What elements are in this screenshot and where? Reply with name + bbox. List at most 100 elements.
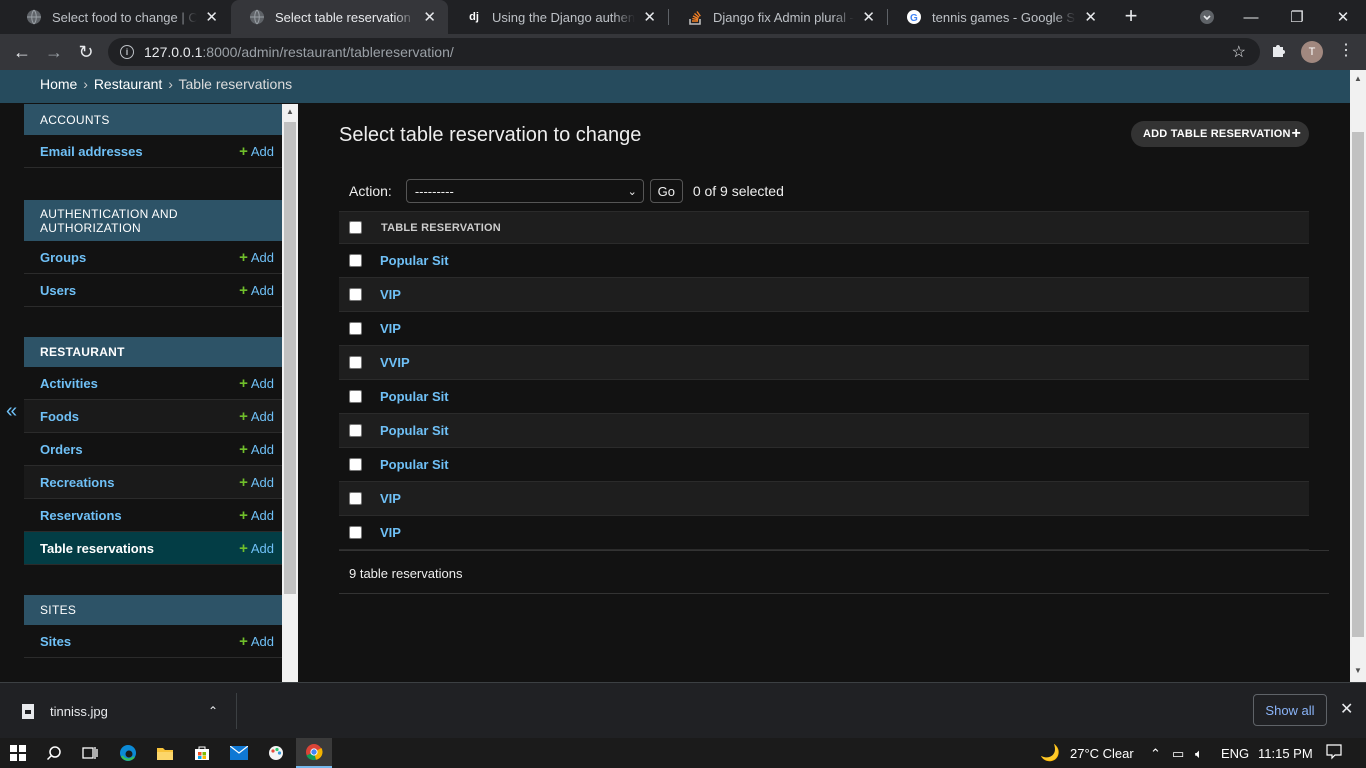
scroll-down-icon[interactable]: ▼	[1354, 666, 1362, 675]
clock-time[interactable]: 11:15 PM	[1258, 746, 1313, 761]
input-language[interactable]: ENG	[1221, 746, 1249, 761]
notification-center-icon[interactable]	[1326, 744, 1342, 765]
toggle-nav-sidebar-button[interactable]: «	[6, 400, 17, 423]
scroll-up-icon[interactable]: ▲	[286, 107, 294, 116]
new-tab-button[interactable]: +	[1119, 3, 1143, 28]
row-checkbox[interactable]	[349, 356, 362, 369]
row-checkbox[interactable]	[349, 390, 362, 403]
mail-icon[interactable]	[221, 738, 257, 768]
file-explorer-icon[interactable]	[147, 738, 183, 768]
moon-weather-icon[interactable]: 🌙	[1040, 743, 1060, 763]
row-link[interactable]: Popular Sit	[380, 253, 449, 268]
profile-avatar[interactable]: T	[1301, 41, 1323, 63]
sidebar-link[interactable]: Groups	[40, 250, 86, 265]
weather-status[interactable]: 27°C Clear	[1070, 746, 1134, 761]
browser-tab[interactable]: Select food to change | Coral ✕	[8, 0, 230, 34]
window-close-button[interactable]: ✕	[1320, 0, 1366, 34]
sidebar-scrollbar-thumb[interactable]	[284, 122, 296, 594]
windows-start-icon[interactable]	[0, 738, 36, 768]
column-header-table-reservation[interactable]: TABLE RESERVATION	[381, 222, 501, 234]
show-all-downloads-button[interactable]: Show all	[1253, 694, 1327, 726]
sidebar-link[interactable]: Foods	[40, 409, 79, 424]
reload-icon[interactable]: ↻	[72, 38, 100, 66]
bookmark-star-icon[interactable]: ☆	[1232, 42, 1246, 62]
row-link[interactable]: VIP	[380, 525, 401, 540]
select-all-checkbox[interactable]	[349, 221, 362, 234]
tab-search-icon[interactable]	[1184, 0, 1230, 34]
sidebar-link[interactable]: Recreations	[40, 475, 114, 490]
module-caption-sites[interactable]: SITES	[24, 595, 282, 625]
add-link[interactable]: + Add	[239, 474, 274, 491]
row-link[interactable]: VVIP	[380, 355, 410, 370]
row-link[interactable]: VIP	[380, 491, 401, 506]
browser-tab[interactable]: G tennis games - Google Search ✕	[888, 0, 1109, 34]
page-scrollbar[interactable]: ▲ ▼	[1350, 70, 1366, 682]
module-caption-auth[interactable]: AUTHENTICATION AND AUTHORIZATION	[24, 200, 282, 241]
module-caption-accounts[interactable]: ACCOUNTS	[24, 104, 282, 135]
row-checkbox[interactable]	[349, 254, 362, 267]
browser-tab[interactable]: dj Using the Django authentication ✕	[448, 0, 668, 34]
edge-browser-icon[interactable]	[110, 738, 146, 768]
action-select[interactable]: --------- ⌄	[405, 179, 644, 203]
scroll-up-icon[interactable]: ▲	[1354, 74, 1362, 83]
back-arrow-icon[interactable]: ←	[8, 38, 36, 66]
address-bar[interactable]: i 127.0.0.1:8000/admin/restaurant/tabler…	[108, 38, 1260, 66]
sidebar-link[interactable]: Table reservations	[40, 541, 154, 556]
row-checkbox[interactable]	[349, 492, 362, 505]
add-link[interactable]: + Add	[239, 441, 274, 458]
sidebar-link[interactable]: Sites	[40, 634, 71, 649]
close-tab-icon[interactable]: ✕	[643, 8, 656, 26]
restore-button[interactable]: ❐	[1274, 0, 1320, 34]
paint-icon[interactable]	[258, 738, 294, 768]
add-link[interactable]: + Add	[239, 408, 274, 425]
close-tab-icon[interactable]: ✕	[1084, 8, 1097, 26]
row-link[interactable]: VIP	[380, 321, 401, 336]
row-checkbox[interactable]	[349, 424, 362, 437]
volume-icon[interactable]: 🔈︎	[1195, 746, 1203, 762]
task-view-icon[interactable]	[72, 738, 108, 768]
row-checkbox[interactable]	[349, 322, 362, 335]
add-table-reservation-button[interactable]: ADD TABLE RESERVATION +	[1131, 121, 1309, 147]
forward-arrow-icon[interactable]: →	[40, 38, 68, 66]
add-link[interactable]: + Add	[239, 507, 274, 524]
add-link[interactable]: + Add	[239, 540, 274, 557]
close-tab-icon[interactable]: ✕	[205, 8, 218, 26]
sidebar-scrollbar[interactable]: ▲	[282, 104, 298, 682]
browser-tab[interactable]: Django fix Admin plural - Stack ✕	[669, 0, 887, 34]
page-scrollbar-thumb[interactable]	[1352, 132, 1364, 637]
extensions-puzzle-icon[interactable]	[1270, 41, 1288, 64]
close-tab-icon[interactable]: ✕	[862, 8, 875, 26]
breadcrumb-app[interactable]: Restaurant	[94, 76, 162, 92]
breadcrumb-home[interactable]: Home	[40, 76, 77, 92]
chevron-up-icon[interactable]: ⌃	[1150, 746, 1161, 762]
chevron-up-icon[interactable]: ⌃	[208, 704, 218, 718]
sidebar-link[interactable]: Users	[40, 283, 76, 298]
row-checkbox[interactable]	[349, 526, 362, 539]
minimize-button[interactable]: —	[1228, 0, 1274, 34]
add-link[interactable]: + Add	[239, 249, 274, 266]
download-item[interactable]: tinniss.jpg ⌃	[10, 693, 237, 729]
add-link[interactable]: + Add	[239, 633, 274, 650]
go-button[interactable]: Go	[649, 179, 683, 203]
row-link[interactable]: VIP	[380, 287, 401, 302]
row-link[interactable]: Popular Sit	[380, 423, 449, 438]
browser-menu-icon[interactable]: ⋮	[1338, 40, 1354, 60]
close-shelf-icon[interactable]: ✕	[1340, 699, 1353, 719]
site-info-icon[interactable]: i	[120, 45, 134, 59]
module-caption-restaurant[interactable]: RESTAURANT	[24, 337, 282, 367]
sidebar-link[interactable]: Reservations	[40, 508, 122, 523]
add-link[interactable]: + Add	[239, 282, 274, 299]
row-checkbox[interactable]	[349, 458, 362, 471]
row-link[interactable]: Popular Sit	[380, 457, 449, 472]
row-checkbox[interactable]	[349, 288, 362, 301]
add-link[interactable]: + Add	[239, 143, 274, 160]
search-icon[interactable]	[36, 738, 72, 768]
battery-icon[interactable]: ▭	[1172, 746, 1184, 762]
add-link[interactable]: + Add	[239, 375, 274, 392]
sidebar-link[interactable]: Activities	[40, 376, 98, 391]
sidebar-link[interactable]: Email addresses	[40, 144, 143, 159]
browser-tab-active[interactable]: Select table reservation to change ✕	[231, 0, 448, 34]
close-tab-icon[interactable]: ✕	[423, 8, 436, 26]
sidebar-link[interactable]: Orders	[40, 442, 83, 457]
chrome-icon[interactable]	[296, 738, 332, 768]
